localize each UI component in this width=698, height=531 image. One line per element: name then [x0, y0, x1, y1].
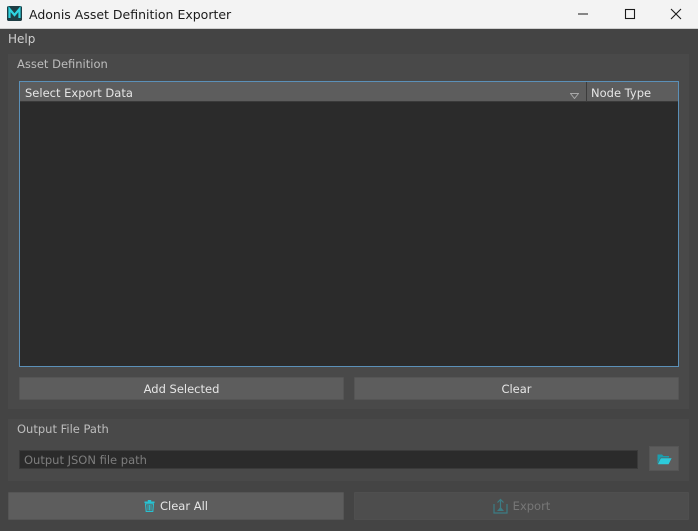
clear-button[interactable]: Clear [354, 377, 679, 400]
export-label: Export [512, 499, 551, 513]
menu-bar: Help [0, 29, 698, 48]
minimize-button[interactable] [560, 0, 606, 28]
clear-label: Clear [501, 382, 532, 396]
maximize-button[interactable] [607, 0, 653, 28]
folder-open-icon [657, 454, 672, 465]
column-label-select-export-data: Select Export Data [25, 86, 133, 100]
column-header-node-type[interactable]: Node Type [591, 86, 651, 100]
menu-help[interactable]: Help [8, 32, 35, 46]
column-header-select-export-data[interactable]: Select Export Data [20, 82, 587, 102]
tree-header: Select Export Data Node Type [20, 82, 678, 102]
sort-indicator-icon [569, 88, 580, 102]
asset-definition-group: Asset Definition Select Export Data Node… [8, 54, 689, 409]
output-file-path-title: Output File Path [17, 422, 109, 436]
export-data-tree[interactable]: Select Export Data Node Type [19, 81, 679, 367]
asset-definition-title: Asset Definition [17, 57, 108, 71]
title-bar: Adonis Asset Definition Exporter [0, 0, 698, 29]
export-button[interactable]: Export [354, 492, 689, 520]
add-selected-label: Add Selected [143, 382, 220, 396]
clear-all-label: Clear All [160, 499, 208, 513]
app-logo-icon [7, 6, 22, 21]
close-button[interactable] [653, 0, 698, 28]
add-selected-button[interactable]: Add Selected [19, 377, 344, 400]
output-file-path-group: Output File Path [8, 419, 689, 481]
window-title: Adonis Asset Definition Exporter [29, 7, 232, 22]
trash-icon [144, 500, 155, 512]
browse-folder-button[interactable] [649, 446, 679, 471]
export-icon [493, 498, 508, 514]
clear-all-button[interactable]: Clear All [8, 492, 344, 520]
output-path-input[interactable] [19, 450, 638, 469]
